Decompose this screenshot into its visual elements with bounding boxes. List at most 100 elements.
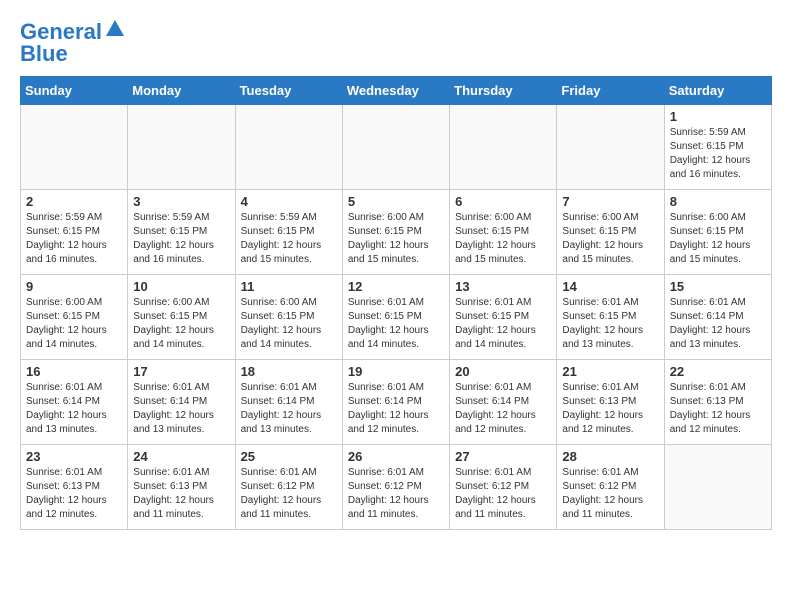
day-info: Sunrise: 6:01 AM Sunset: 6:15 PM Dayligh… (348, 296, 444, 352)
day-cell: 1 Sunrise: 5:59 AM Sunset: 6:15 PM Daylig… (664, 105, 771, 190)
day-cell: 28 Sunrise: 6:01 AM Sunset: 6:12 PM Dayli… (557, 445, 664, 530)
day-number: 1 (670, 109, 766, 124)
day-info: Sunrise: 6:01 AM Sunset: 6:15 PM Dayligh… (455, 296, 551, 352)
day-cell (450, 105, 557, 190)
day-info: Sunrise: 6:01 AM Sunset: 6:12 PM Dayligh… (241, 466, 337, 522)
day-info: Sunrise: 6:01 AM Sunset: 6:15 PM Dayligh… (562, 296, 658, 352)
day-info: Sunrise: 6:00 AM Sunset: 6:15 PM Dayligh… (348, 211, 444, 267)
day-info: Sunrise: 6:01 AM Sunset: 6:14 PM Dayligh… (133, 381, 229, 437)
day-number: 4 (241, 194, 337, 209)
day-number: 24 (133, 449, 229, 464)
day-info: Sunrise: 6:01 AM Sunset: 6:12 PM Dayligh… (562, 466, 658, 522)
day-number: 20 (455, 364, 551, 379)
day-info: Sunrise: 6:00 AM Sunset: 6:15 PM Dayligh… (455, 211, 551, 267)
day-info: Sunrise: 5:59 AM Sunset: 6:15 PM Dayligh… (241, 211, 337, 267)
logo-text-blue: Blue (20, 42, 68, 66)
day-cell: 18 Sunrise: 6:01 AM Sunset: 6:14 PM Dayli… (235, 360, 342, 445)
header-thursday: Thursday (450, 77, 557, 105)
day-cell: 15 Sunrise: 6:01 AM Sunset: 6:14 PM Dayli… (664, 275, 771, 360)
day-info: Sunrise: 6:00 AM Sunset: 6:15 PM Dayligh… (241, 296, 337, 352)
day-cell: 19 Sunrise: 6:01 AM Sunset: 6:14 PM Dayli… (342, 360, 449, 445)
day-number: 21 (562, 364, 658, 379)
day-cell (21, 105, 128, 190)
week-row-5: 23 Sunrise: 6:01 AM Sunset: 6:13 PM Dayli… (21, 445, 772, 530)
day-number: 19 (348, 364, 444, 379)
day-info: Sunrise: 6:00 AM Sunset: 6:15 PM Dayligh… (670, 211, 766, 267)
header-tuesday: Tuesday (235, 77, 342, 105)
header-saturday: Saturday (664, 77, 771, 105)
week-row-1: 1 Sunrise: 5:59 AM Sunset: 6:15 PM Daylig… (21, 105, 772, 190)
calendar-table: SundayMondayTuesdayWednesdayThursdayFrid… (20, 76, 772, 530)
day-number: 22 (670, 364, 766, 379)
day-number: 2 (26, 194, 122, 209)
week-row-4: 16 Sunrise: 6:01 AM Sunset: 6:14 PM Dayli… (21, 360, 772, 445)
logo-icon (104, 18, 126, 40)
day-number: 7 (562, 194, 658, 209)
day-cell: 25 Sunrise: 6:01 AM Sunset: 6:12 PM Dayli… (235, 445, 342, 530)
day-cell: 9Sunrise: 6:00 AM Sunset: 6:15 PM Daylig… (21, 275, 128, 360)
day-number: 11 (241, 279, 337, 294)
day-info: Sunrise: 5:59 AM Sunset: 6:15 PM Dayligh… (670, 126, 766, 182)
day-number: 9 (26, 279, 122, 294)
day-cell (664, 445, 771, 530)
day-number: 25 (241, 449, 337, 464)
header-wednesday: Wednesday (342, 77, 449, 105)
day-info: Sunrise: 6:01 AM Sunset: 6:14 PM Dayligh… (26, 381, 122, 437)
header-friday: Friday (557, 77, 664, 105)
day-cell: 14Sunrise: 6:01 AM Sunset: 6:15 PM Dayli… (557, 275, 664, 360)
day-cell (128, 105, 235, 190)
day-cell: 13 Sunrise: 6:01 AM Sunset: 6:15 PM Dayli… (450, 275, 557, 360)
day-number: 12 (348, 279, 444, 294)
week-row-3: 9 Sunrise: 6:00 AM Sunset: 6:15 PM Daylig… (21, 275, 772, 360)
day-number: 28 (562, 449, 658, 464)
day-info: Sunrise: 6:01 AM Sunset: 6:14 PM Dayligh… (241, 381, 337, 437)
day-cell: 24 Sunrise: 6:01 AM Sunset: 6:13 PM Dayli… (128, 445, 235, 530)
week-row-2: 2 Sunrise: 5:59 AM Sunset: 6:15 PM Daylig… (21, 190, 772, 275)
calendar-header-row: SundayMondayTuesdayWednesdayThursdayFrid… (21, 77, 772, 105)
day-number: 27 (455, 449, 551, 464)
day-info: Sunrise: 5:59 AM Sunset: 6:15 PM Dayligh… (133, 211, 229, 267)
day-info: Sunrise: 6:01 AM Sunset: 6:14 PM Dayligh… (348, 381, 444, 437)
day-cell: 6 Sunrise: 6:00 AM Sunset: 6:15 PM Daylig… (450, 190, 557, 275)
day-number: 15 (670, 279, 766, 294)
day-info: Sunrise: 6:01 AM Sunset: 6:13 PM Dayligh… (562, 381, 658, 437)
day-info: Sunrise: 6:00 AM Sunset: 6:15 PM Dayligh… (133, 296, 229, 352)
day-info: Sunrise: 6:01 AM Sunset: 6:14 PM Dayligh… (670, 296, 766, 352)
day-cell (342, 105, 449, 190)
day-cell: 17 Sunrise: 6:01 AM Sunset: 6:14 PM Dayli… (128, 360, 235, 445)
day-number: 10 (133, 279, 229, 294)
day-cell: 3 Sunrise: 5:59 AM Sunset: 6:15 PM Daylig… (128, 190, 235, 275)
day-cell: 5 Sunrise: 6:00 AM Sunset: 6:15 PM Daylig… (342, 190, 449, 275)
day-number: 26 (348, 449, 444, 464)
header-sunday: Sunday (21, 77, 128, 105)
day-cell: 12 Sunrise: 6:01 AM Sunset: 6:15 PM Dayli… (342, 275, 449, 360)
day-number: 17 (133, 364, 229, 379)
day-info: Sunrise: 6:01 AM Sunset: 6:13 PM Dayligh… (670, 381, 766, 437)
day-number: 8 (670, 194, 766, 209)
day-number: 23 (26, 449, 122, 464)
day-number: 6 (455, 194, 551, 209)
day-info: Sunrise: 6:01 AM Sunset: 6:12 PM Dayligh… (455, 466, 551, 522)
day-info: Sunrise: 6:01 AM Sunset: 6:14 PM Dayligh… (455, 381, 551, 437)
day-info: Sunrise: 6:01 AM Sunset: 6:13 PM Dayligh… (26, 466, 122, 522)
day-cell: 8 Sunrise: 6:00 AM Sunset: 6:15 PM Daylig… (664, 190, 771, 275)
day-cell: 7 Sunrise: 6:00 AM Sunset: 6:15 PM Daylig… (557, 190, 664, 275)
day-cell: 22 Sunrise: 6:01 AM Sunset: 6:13 PM Dayli… (664, 360, 771, 445)
day-cell: 23 Sunrise: 6:01 AM Sunset: 6:13 PM Dayli… (21, 445, 128, 530)
day-cell: 26 Sunrise: 6:01 AM Sunset: 6:12 PM Dayli… (342, 445, 449, 530)
page-header: General Blue (20, 20, 772, 66)
day-cell (557, 105, 664, 190)
day-cell: 16 Sunrise: 6:01 AM Sunset: 6:14 PM Dayli… (21, 360, 128, 445)
day-info: Sunrise: 6:00 AM Sunset: 6:15 PM Dayligh… (562, 211, 658, 267)
day-cell: 2Sunrise: 5:59 AM Sunset: 6:15 PM Daylig… (21, 190, 128, 275)
day-number: 3 (133, 194, 229, 209)
day-info: Sunrise: 6:01 AM Sunset: 6:12 PM Dayligh… (348, 466, 444, 522)
day-number: 13 (455, 279, 551, 294)
day-number: 18 (241, 364, 337, 379)
day-cell: 11 Sunrise: 6:00 AM Sunset: 6:15 PM Dayli… (235, 275, 342, 360)
day-cell: 27 Sunrise: 6:01 AM Sunset: 6:12 PM Dayli… (450, 445, 557, 530)
day-cell: 4 Sunrise: 5:59 AM Sunset: 6:15 PM Daylig… (235, 190, 342, 275)
day-number: 5 (348, 194, 444, 209)
day-number: 16 (26, 364, 122, 379)
day-info: Sunrise: 6:01 AM Sunset: 6:13 PM Dayligh… (133, 466, 229, 522)
